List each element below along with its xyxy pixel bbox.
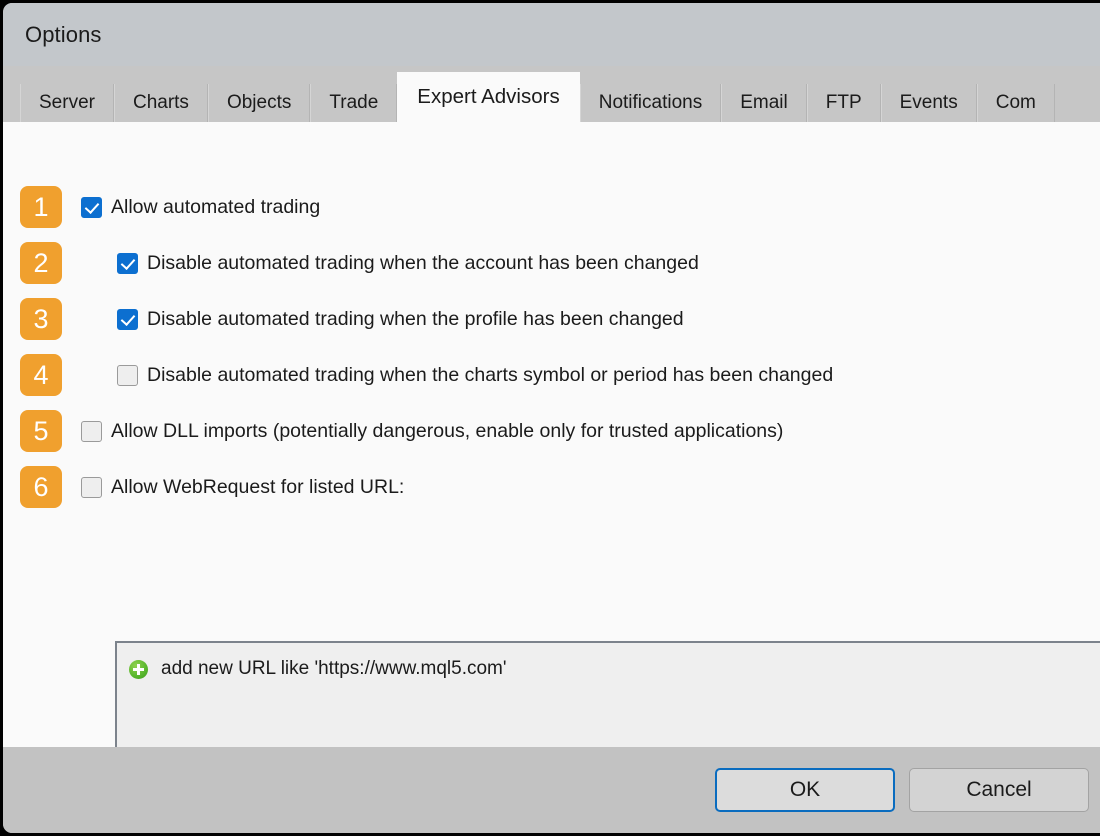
ok-button[interactable]: OK (715, 768, 895, 812)
dialog-title: Options (25, 21, 102, 47)
step-badge-2: 2 (20, 242, 62, 284)
checkbox-row[interactable]: Allow automated trading (81, 196, 320, 219)
checkbox-label: Allow WebRequest for listed URL: (111, 475, 405, 498)
checkbox-checked-icon[interactable] (81, 196, 102, 218)
step-badge-1: 1 (20, 186, 62, 228)
dialog-titlebar: Options (3, 3, 1100, 66)
tab-com[interactable]: Com (976, 84, 1055, 122)
tab-server[interactable]: Server (20, 84, 114, 122)
checkbox-row[interactable]: Disable automated trading when the profi… (117, 308, 684, 331)
tab-events[interactable]: Events (880, 84, 977, 122)
checkbox-label: Allow automated trading (111, 195, 321, 218)
tab-content-expert-advisors: 1 Allow automated trading 2 Disable automat… (3, 122, 1100, 833)
checkbox-row[interactable]: Allow WebRequest for listed URL: (81, 476, 404, 499)
cancel-button[interactable]: Cancel (909, 768, 1089, 812)
tab-notifications[interactable]: Notifications (579, 84, 722, 122)
checkbox-row[interactable]: Allow DLL imports (potentially dangerous… (81, 420, 783, 443)
tab-objects[interactable]: Objects (207, 84, 311, 122)
step-badge-5: 5 (20, 410, 62, 452)
tab-ftp[interactable]: FTP (806, 84, 881, 122)
options-dialog: Options Server Charts Objects Trade Expert A… (3, 3, 1100, 833)
add-new-url-label: add new URL like 'https://www.mql5.com' (161, 658, 507, 679)
option-row: 4 Disable automated trading when the char… (3, 347, 1100, 403)
checkbox-unchecked-icon[interactable] (81, 476, 102, 498)
option-row: 1 Allow automated trading (3, 179, 1100, 235)
step-badge-3: 3 (20, 298, 62, 340)
tab-bar: Server Charts Objects Trade Expert Advisors N… (3, 66, 1100, 122)
option-row: 2 Disable automated trading when the acco… (3, 235, 1100, 291)
tab-expert-advisors[interactable]: Expert Advisors (397, 72, 580, 122)
step-badge-4: 4 (20, 354, 62, 396)
checkbox-row[interactable]: Disable automated trading when the accou… (117, 252, 699, 275)
step-badge-6: 6 (20, 466, 62, 508)
checkbox-checked-icon[interactable] (117, 252, 138, 274)
option-row: 5 Allow DLL imports (potentially dangerou… (3, 403, 1100, 459)
checkbox-unchecked-icon[interactable] (81, 420, 102, 442)
tab-trade[interactable]: Trade (310, 84, 398, 122)
checkbox-unchecked-icon[interactable] (117, 364, 138, 386)
checkbox-label: Disable automated trading when the profi… (147, 307, 684, 330)
checkbox-label: Disable automated trading when the accou… (147, 251, 699, 274)
dialog-footer: OK Cancel (3, 747, 1100, 833)
tab-email[interactable]: Email (721, 84, 807, 122)
checkbox-label: Allow DLL imports (potentially dangerous… (111, 419, 784, 442)
add-new-url-row[interactable]: add new URL like 'https://www.mql5.com' (117, 650, 1100, 688)
tab-charts[interactable]: Charts (113, 84, 208, 122)
option-row: 6 Allow WebRequest for listed URL: (3, 459, 1100, 515)
options-list: 1 Allow automated trading 2 Disable automat… (3, 123, 1100, 515)
option-row: 3 Disable automated trading when the prof… (3, 291, 1100, 347)
checkbox-checked-icon[interactable] (117, 308, 138, 330)
checkbox-row[interactable]: Disable automated trading when the chart… (117, 364, 833, 387)
checkbox-label: Disable automated trading when the chart… (147, 363, 834, 386)
plus-circle-icon (129, 659, 148, 679)
